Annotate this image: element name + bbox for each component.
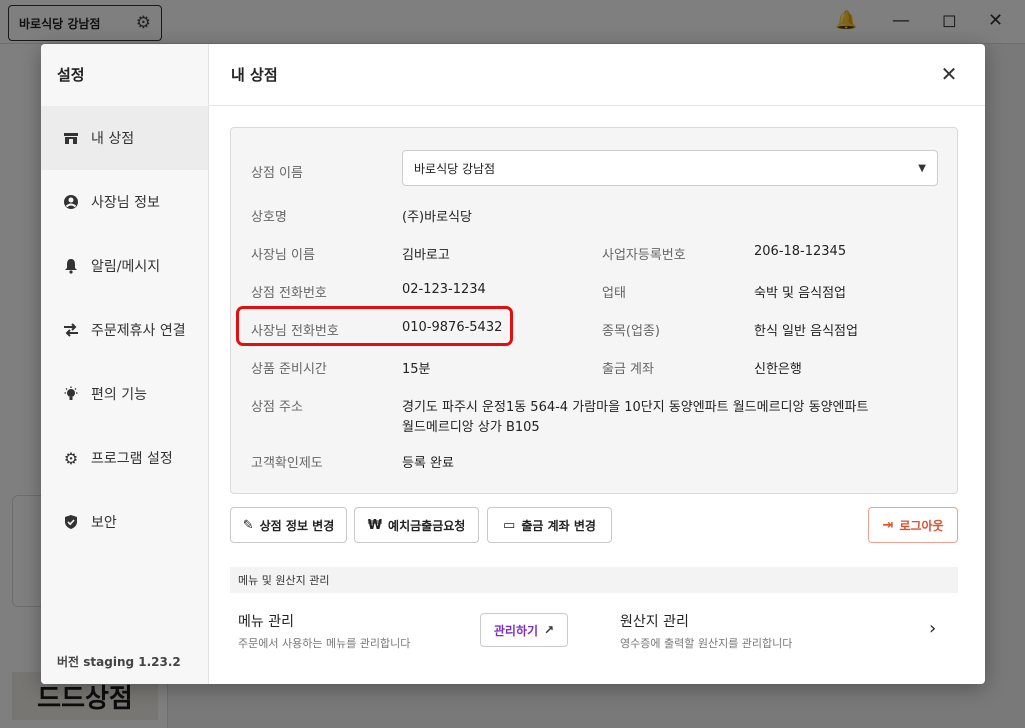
sidebar-title: 설정 [57,66,85,84]
close-button[interactable]: ✕ [935,61,963,89]
bell-icon [63,258,79,274]
swap-icon [63,322,79,338]
sidebar-item-owner-info[interactable]: 사장님 정보 [41,170,208,234]
owner-name-value: 김바로고 [402,248,450,263]
category-label: 종목(업종) [602,324,660,339]
sidebar-item-security[interactable]: 보안 [41,490,208,554]
biz-type-value: 숙박 및 음식점업 [754,286,846,301]
user-icon [63,194,79,210]
account-label: 출금 계좌 [602,362,654,377]
content-header: 내 상점 ✕ [209,44,985,106]
logout-button[interactable]: ⇥ 로그아웃 [868,507,958,543]
business-name-label: 상호명 [251,210,287,225]
external-link-icon: ↗ [544,623,555,637]
manage-menu-button[interactable]: 관리하기 ↗ [480,613,568,647]
deposit-withdraw-button[interactable]: ₩ 예치금출금요청 [354,507,479,543]
menu-manage-desc: 주문에서 사용하는 메뉴를 관리합니다 [238,637,411,650]
won-icon: ₩ [367,517,383,533]
sidebar-item-convenience[interactable]: 편의 기능 [41,362,208,426]
biz-reg-label: 사업자등록번호 [602,248,686,263]
biz-reg-value: 206-18-12345 [754,244,847,259]
sidebar-item-program-settings[interactable]: ⚙ 프로그램 설정 [41,426,208,490]
address-line2: 월드메르디앙 상가 B105 [402,420,540,435]
section-header: 메뉴 및 원산지 관리 [230,567,958,593]
verify-label: 고객확인제도 [251,456,323,471]
biz-type-label: 업태 [602,286,626,301]
prep-time-label: 상품 준비시간 [251,362,327,377]
settings-content: 내 상점 ✕ 상점 이름 바로식당 강남점 ▼ 상호명 (주)바로식당 사장님 … [209,44,985,684]
page-title: 내 상점 [231,66,278,84]
settings-modal: 설정 내 상점 사장님 정보 알림/메시지 주문제휴사 연결 편의 기능 ⚙ 프… [41,44,985,684]
gear-icon: ⚙ [63,448,79,468]
sidebar-item-my-store[interactable]: 내 상점 [41,106,208,170]
store-info-panel: 상점 이름 바로식당 강남점 ▼ 상호명 (주)바로식당 사장님 이름 김바로고… [230,127,958,494]
origin-manage-desc: 영수증에 출력할 원산지를 관리합니다 [620,637,793,650]
store-name-label: 상점 이름 [251,166,303,181]
store-icon [63,130,79,146]
logout-icon: ⇥ [882,517,894,533]
card-edit-icon: ▭ [503,517,516,533]
menu-manage-title: 메뉴 관리 [238,614,294,630]
owner-name-label: 사장님 이름 [251,248,315,263]
version-label: 버전 staging 1.23.2 [57,655,181,669]
store-phone-value: 02-123-1234 [402,282,486,297]
edit-store-button[interactable]: ✎ 상점 정보 변경 [230,507,347,543]
address-label: 상점 주소 [251,400,303,415]
account-value: 신한은행 [754,362,802,377]
store-phone-label: 상점 전화번호 [251,286,327,301]
caret-down-icon: ▼ [918,162,926,174]
change-account-button[interactable]: ▭ 출금 계좌 변경 [487,507,612,543]
address-line1: 경기도 파주시 운정1동 564-4 가람마을 10단지 동양엔파트 월드메르디… [402,400,869,415]
chevron-right-icon[interactable]: › [929,618,936,639]
sidebar-item-notifications[interactable]: 알림/메시지 [41,234,208,298]
origin-manage-title: 원산지 관리 [620,614,689,630]
sidebar-item-order-partners[interactable]: 주문제휴사 연결 [41,298,208,362]
owner-phone-highlight [236,306,513,346]
category-value: 한식 일반 음식점업 [754,324,858,339]
store-name-value: 바로식당 강남점 [414,161,496,176]
store-name-select[interactable]: 바로식당 강남점 ▼ [402,150,938,186]
prep-time-value: 15분 [402,362,431,377]
close-icon: ✕ [940,64,958,86]
pencil-icon: ✎ [242,517,254,533]
shield-icon [63,514,79,530]
verify-value: 등록 완료 [402,456,454,471]
settings-sidebar: 설정 내 상점 사장님 정보 알림/메시지 주문제휴사 연결 편의 기능 ⚙ 프… [41,44,209,684]
business-name-value: (주)바로식당 [402,210,472,225]
bulb-icon [63,386,79,402]
